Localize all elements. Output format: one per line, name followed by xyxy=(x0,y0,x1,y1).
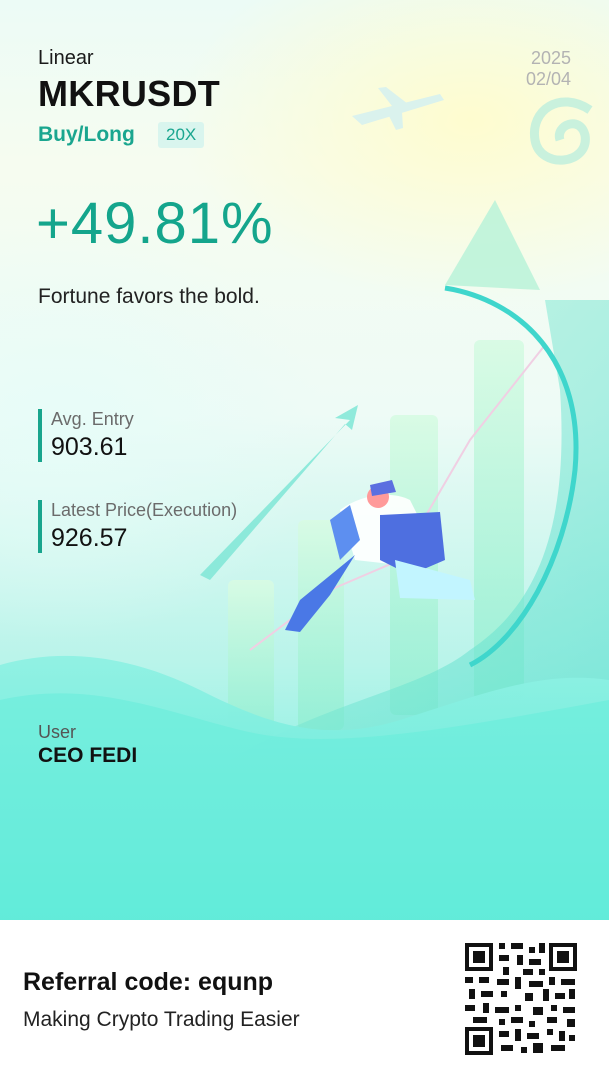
pnl-percent: +49.81% xyxy=(36,191,274,256)
tagline: Making Crypto Trading Easier xyxy=(23,1008,300,1031)
avg-entry-value: 903.61 xyxy=(51,433,128,461)
referral-footer: Referral code: equnp Making Crypto Tradi… xyxy=(0,920,609,1080)
latest-price-value: 926.57 xyxy=(51,524,128,552)
avg-entry-label: Avg. Entry xyxy=(51,409,134,429)
date-month-day: 02/04 xyxy=(525,69,571,89)
share-card: Linear MKRUSDT Buy/Long 20X 2025 02/04 +… xyxy=(0,0,609,920)
date-stamp: 2025 02/04 xyxy=(526,48,571,90)
airplane-icon xyxy=(352,87,444,130)
latest-price-block: Latest Price(Execution) 926.57 xyxy=(38,500,237,553)
qr-code-icon[interactable] xyxy=(463,941,579,1057)
spiral-logo-icon xyxy=(529,97,593,165)
user-label: User xyxy=(38,722,77,742)
date-year: 2025 xyxy=(530,48,571,68)
avg-entry-block: Avg. Entry 903.61 xyxy=(38,409,134,462)
contract-type-label: Linear xyxy=(38,47,94,69)
position-side: Buy/Long xyxy=(38,123,135,146)
user-name: CEO FEDI xyxy=(38,744,138,767)
slogan-text: Fortune favors the bold. xyxy=(38,285,260,308)
latest-price-label: Latest Price(Execution) xyxy=(51,500,238,520)
leverage-badge: 20X xyxy=(158,122,205,148)
arrow-head-icon xyxy=(445,200,540,290)
trading-pair: MKRUSDT xyxy=(38,73,221,114)
referral-code: Referral code: equnp xyxy=(23,968,274,996)
